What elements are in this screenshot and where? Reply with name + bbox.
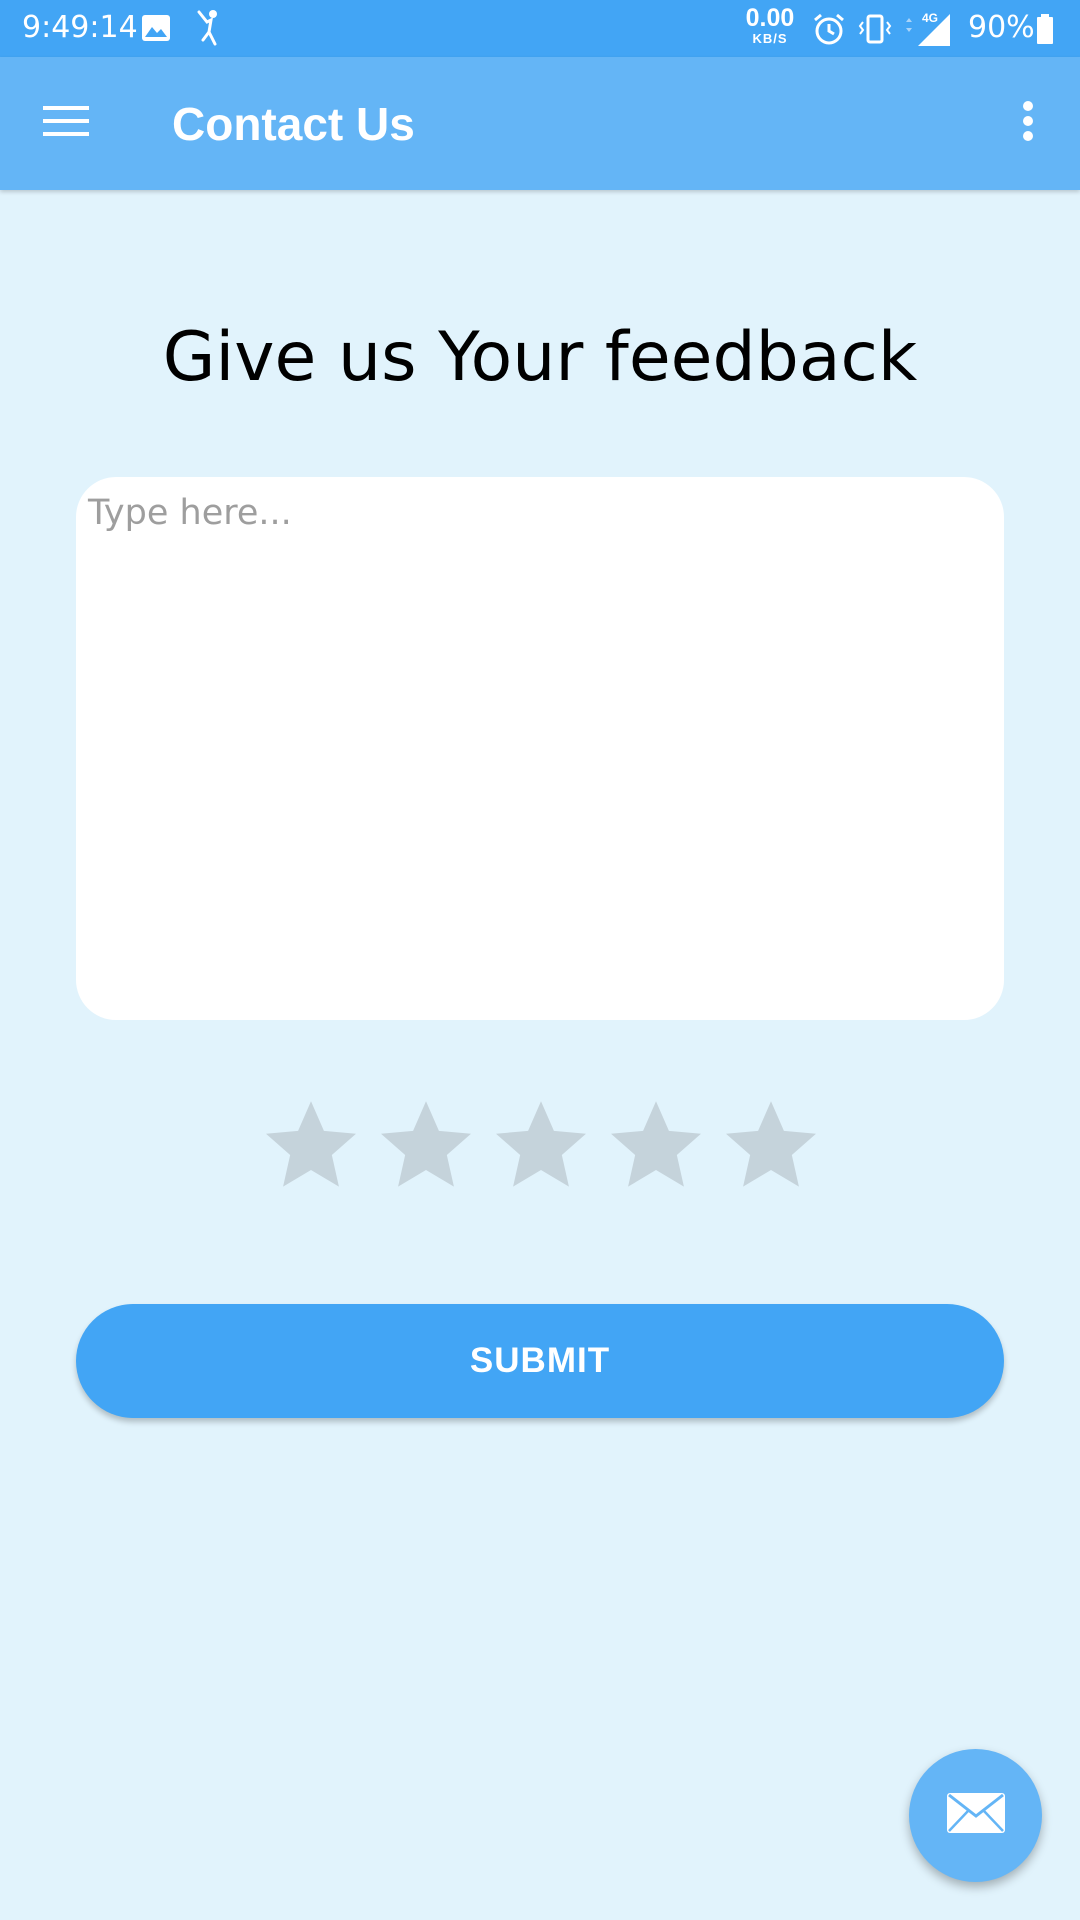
battery-icon xyxy=(1036,14,1054,44)
app-notification-icon xyxy=(193,8,223,48)
rating-star-icon[interactable] xyxy=(601,1090,711,1200)
submit-button[interactable]: SUBMIT xyxy=(76,1304,1004,1418)
gallery-icon xyxy=(141,14,171,42)
net-speed: 0.00 KB/S xyxy=(742,4,798,46)
rating-star-icon[interactable] xyxy=(256,1090,366,1200)
feedback-heading: Give us Your feedback xyxy=(162,318,918,397)
rating-bar[interactable] xyxy=(256,1090,826,1200)
mail-icon xyxy=(946,1792,1006,1839)
rating-star-icon[interactable] xyxy=(371,1090,481,1200)
alarm-icon xyxy=(812,12,846,46)
network-type-label: 4G xyxy=(922,11,938,25)
page-title: Contact Us xyxy=(172,98,415,150)
rating-star-icon[interactable] xyxy=(486,1090,596,1200)
more-vert-icon xyxy=(1022,100,1034,147)
vibrate-icon xyxy=(858,12,892,46)
battery-percent: 90% xyxy=(968,10,1035,45)
net-speed-unit: KB/S xyxy=(752,31,788,46)
status-time: 9:49:14 xyxy=(22,10,138,45)
menu-button[interactable] xyxy=(26,87,106,159)
net-speed-value: 0.00 xyxy=(745,4,795,32)
signal-icon: 4G xyxy=(902,8,954,48)
app-bar: Contact Us xyxy=(0,57,1080,190)
email-fab[interactable] xyxy=(909,1749,1042,1882)
overflow-menu-button[interactable] xyxy=(1000,85,1056,161)
feedback-input[interactable] xyxy=(76,477,1004,1020)
status-bar: 9:49:14 0.00 KB/S 4G 90% xyxy=(0,0,1080,57)
rating-star-icon[interactable] xyxy=(716,1090,826,1200)
menu-icon xyxy=(43,104,89,143)
